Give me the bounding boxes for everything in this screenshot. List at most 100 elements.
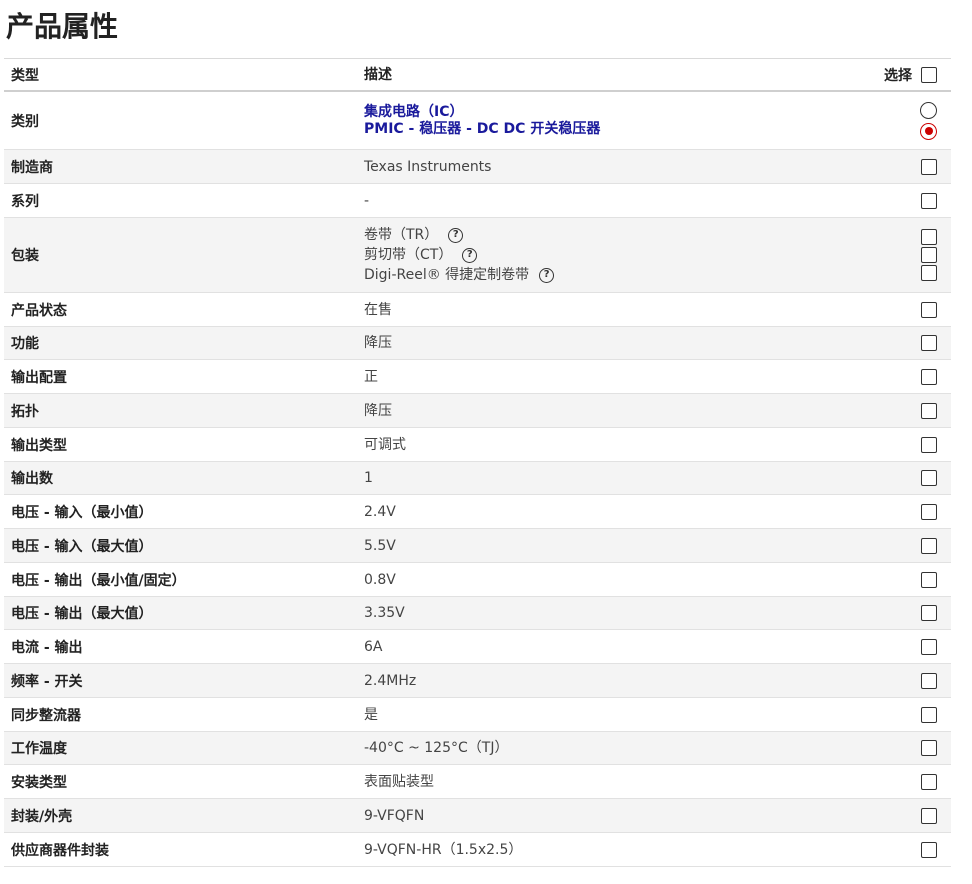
packaging-option-label: 剪切带（CT）: [364, 247, 453, 263]
row-label: 产品状态: [11, 302, 67, 319]
table-row: 输出配置 正: [4, 360, 951, 394]
table-row: 电压 - 输入（最大值） 5.5V: [4, 529, 951, 563]
table-row: 功能 降压: [4, 327, 951, 360]
table-row: 同步整流器 是: [4, 698, 951, 732]
header-select: 选择: [884, 67, 912, 84]
table-row: 供应商器件封装 9-VQFN-HR（1.5x2.5）: [4, 833, 951, 867]
row-value: 9-VFQFN: [364, 807, 425, 824]
row-label: 制造商: [11, 159, 53, 176]
header-type: 类型: [11, 67, 39, 84]
row-value: Texas Instruments: [364, 158, 492, 175]
row-value: -40°C ~ 125°C（TJ）: [364, 740, 509, 756]
row-label: 拓扑: [11, 403, 39, 420]
packaging-checkbox-tr[interactable]: [921, 229, 937, 245]
packaging-option-label: 卷带（TR）: [364, 227, 439, 243]
row-value: 2.4V: [364, 503, 396, 520]
row-value: 是: [364, 706, 378, 723]
row-label: 电压 - 输入（最小值）: [11, 504, 153, 521]
row-value: 1: [364, 470, 373, 486]
row-label: 输出数: [11, 471, 53, 487]
table-row-category: 类别 集成电路（IC） PMIC - 稳压器 - DC DC 开关稳压器: [4, 92, 951, 150]
row-checkbox[interactable]: [921, 335, 937, 351]
select-all-checkbox[interactable]: [921, 66, 937, 83]
row-label: 包装: [11, 248, 39, 264]
row-checkbox[interactable]: [921, 773, 937, 790]
row-label: 安装类型: [11, 774, 67, 791]
packaging-option-label: Digi-Reel® 得捷定制卷带: [364, 267, 530, 283]
row-checkbox[interactable]: [921, 571, 937, 588]
row-value: 3.35V: [364, 605, 405, 621]
table-row: 电压 - 输出（最大值） 3.35V: [4, 597, 951, 630]
row-label: 类别: [11, 113, 39, 130]
row-checkbox[interactable]: [921, 470, 937, 486]
question-circle-icon[interactable]: ?: [539, 267, 555, 283]
row-checkbox[interactable]: [921, 158, 937, 175]
row-value: 卷带（TR） ? 剪切带（CT） ? Digi-Reel® 得捷定制卷带 ?: [356, 225, 836, 285]
row-checkbox[interactable]: [921, 537, 937, 554]
row-label: 同步整流器: [11, 707, 81, 724]
row-checkbox[interactable]: [921, 841, 937, 858]
row-checkbox[interactable]: [921, 605, 937, 621]
product-attributes-page: 产品属性 类型 描述 选择 类别 集成电路（IC） PMIC - 稳压器 - D…: [0, 0, 972, 884]
category-radio-group: [920, 92, 937, 149]
row-checkbox[interactable]: [921, 740, 937, 756]
category-radio-ic[interactable]: [920, 101, 937, 119]
row-value: 0.8V: [364, 571, 396, 588]
packaging-option-ct: 剪切带（CT） ?: [364, 245, 836, 265]
row-label: 输出配置: [11, 369, 67, 386]
table-row-series: 系列 -: [4, 184, 951, 218]
question-circle-icon[interactable]: ?: [448, 227, 464, 243]
simple-rows: 产品状态 在售 功能 降压 输出配置正拓扑 降压 输出类型 可调式 输出数 1 电压 - 输入（最小…: [4, 293, 951, 867]
table-row-packaging: 包装 卷带（TR） ? 剪切带（CT） ? Digi-Reel® 得捷定制卷带 …: [4, 218, 951, 293]
table-row: 工作温度 -40°C ~ 125°C（TJ）: [4, 732, 951, 765]
row-label: 供应商器件封装: [11, 842, 109, 859]
row-checkbox[interactable]: [921, 503, 937, 520]
row-label: 频率 - 开关: [11, 673, 83, 690]
table-row: 电压 - 输出（最小值/固定） 0.8V: [4, 563, 951, 597]
row-checkbox[interactable]: [921, 301, 937, 318]
header-description: 描述: [364, 66, 392, 83]
row-value: 在售: [364, 301, 392, 318]
table-row: 输出类型 可调式: [4, 428, 951, 462]
question-circle-icon[interactable]: ?: [462, 247, 478, 263]
row-checkbox[interactable]: [921, 368, 937, 385]
row-value: 降压: [364, 335, 392, 351]
row-label: 电流 - 输出: [11, 639, 83, 656]
table-row: 输出数 1: [4, 462, 951, 495]
row-value: 2.4MHz: [364, 672, 417, 689]
table-row-manufacturer: 制造商 Texas Instruments: [4, 150, 951, 184]
row-checkbox[interactable]: [921, 807, 937, 824]
row-checkbox[interactable]: [921, 402, 937, 419]
row-checkbox[interactable]: [921, 192, 937, 209]
table-row: 产品状态 在售: [4, 293, 951, 327]
row-value: 降压: [364, 402, 392, 419]
packaging-checkbox-digireel[interactable]: [921, 265, 937, 281]
row-label: 输出类型: [11, 437, 67, 454]
row-label: 电压 - 输入（最大值）: [11, 538, 153, 555]
table-row: 电流 - 输出 6A: [4, 630, 951, 664]
category-radio-pmic[interactable]: [920, 122, 937, 140]
table-row: 电压 - 输入（最小值） 2.4V: [4, 495, 951, 529]
row-value: -: [364, 192, 370, 209]
row-label: 电压 - 输出（最小值/固定）: [11, 572, 186, 589]
packaging-checkbox-group: [921, 218, 937, 292]
row-label: 功能: [11, 336, 39, 352]
row-checkbox[interactable]: [921, 638, 937, 655]
category-link-pmic[interactable]: PMIC - 稳压器 - DC DC 开关稳压器: [364, 121, 836, 138]
category-link-ic[interactable]: 集成电路（IC）: [364, 104, 836, 121]
row-checkbox[interactable]: [921, 436, 937, 453]
row-value: 5.5V: [364, 537, 396, 554]
row-checkbox[interactable]: [921, 672, 937, 689]
table-header-row: 类型 描述 选择: [4, 59, 951, 92]
row-checkbox[interactable]: [921, 706, 937, 723]
table-row: 安装类型 表面贴装型: [4, 765, 951, 799]
row-label: 封装/外壳: [11, 808, 73, 825]
packaging-option-digireel: Digi-Reel® 得捷定制卷带 ?: [364, 265, 836, 285]
row-value: 表面贴装型: [364, 773, 434, 790]
row-label: 系列: [11, 193, 39, 210]
packaging-checkbox-ct[interactable]: [921, 247, 937, 263]
row-label: 工作温度: [11, 741, 67, 757]
table-row: 封装/外壳 9-VFQFN: [4, 799, 951, 833]
table-row: 频率 - 开关 2.4MHz: [4, 664, 951, 698]
row-value: 集成电路（IC） PMIC - 稳压器 - DC DC 开关稳压器: [356, 104, 836, 138]
